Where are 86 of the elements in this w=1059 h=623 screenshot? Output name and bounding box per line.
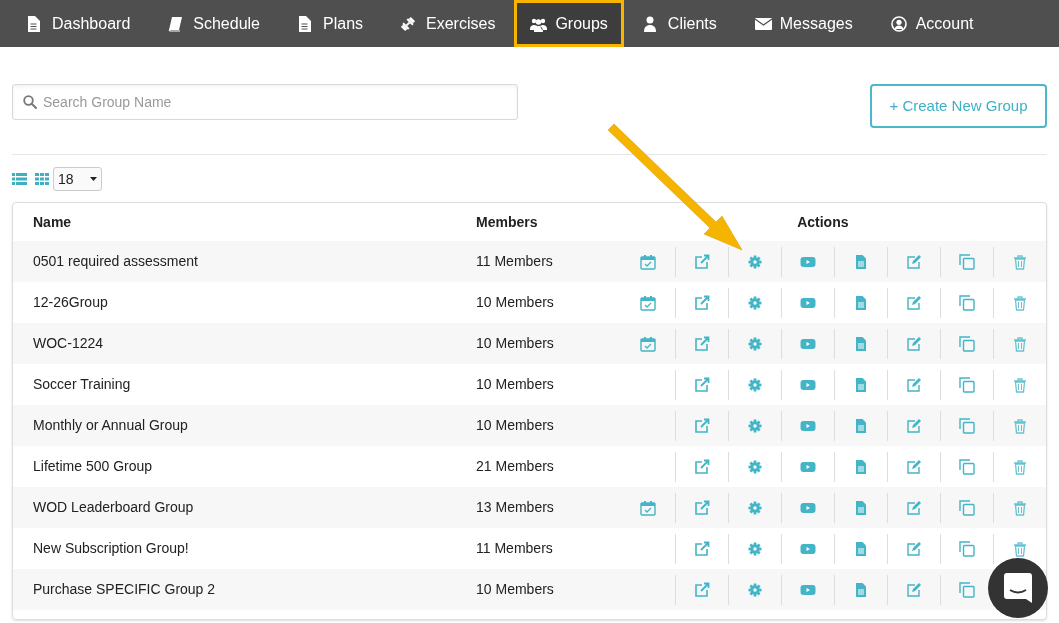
user-circle-icon [890, 15, 908, 32]
external-link-icon[interactable] [693, 499, 710, 516]
settings-icon[interactable] [746, 540, 763, 557]
group-name-cell-text: 12-26Group [32, 293, 109, 312]
copy-icon[interactable] [958, 499, 975, 516]
group-name-cell-text: Monthly or Annual Group [32, 416, 189, 435]
edit-icon[interactable] [905, 335, 922, 352]
nav-tab[interactable]: Groups [514, 0, 624, 47]
edit-icon[interactable] [905, 376, 922, 393]
group-name-cell-text: New Subscription Group! [32, 539, 190, 558]
group-name-cell-text: Purchase SPECIFIC Group 2 [32, 580, 217, 599]
members-cell-text: 10 Members [476, 375, 555, 394]
external-link-icon[interactable] [693, 376, 710, 393]
nav-tab[interactable]: Schedule [152, 0, 276, 47]
calendar-check-icon[interactable] [640, 253, 657, 270]
group-name-cell-text: WOC-1224 [32, 334, 105, 353]
settings-icon[interactable] [746, 335, 763, 352]
group-name-cell-text: Lifetime 500 Group [32, 457, 154, 476]
edit-icon[interactable] [905, 417, 922, 434]
nav-tab[interactable]: Clients [626, 0, 733, 47]
calendar-check-icon[interactable] [640, 499, 657, 516]
members-cell-text: 21 Members [476, 457, 555, 476]
copy-icon[interactable] [958, 417, 975, 434]
group-name-cell-text: 0501 required assessment [32, 252, 199, 271]
group-name-cell-text: Soccer Training [32, 375, 132, 394]
trash-icon[interactable] [1011, 458, 1028, 475]
settings-icon[interactable] [746, 417, 763, 434]
envelope-icon [754, 15, 772, 32]
nav-tab[interactable]: Messages [738, 0, 869, 47]
settings-icon[interactable] [746, 458, 763, 475]
settings-icon[interactable] [746, 294, 763, 311]
nav-tab[interactable]: Exercises [385, 0, 512, 47]
edit-icon[interactable] [905, 458, 922, 475]
copy-icon[interactable] [958, 581, 975, 598]
trash-icon[interactable] [1011, 499, 1028, 516]
trash-icon[interactable] [1011, 540, 1028, 557]
members-cell-text: 10 Members [476, 334, 555, 353]
edit-icon[interactable] [905, 540, 922, 557]
trash-icon[interactable] [1011, 376, 1028, 393]
edit-icon[interactable] [905, 499, 922, 516]
copy-icon[interactable] [958, 253, 975, 270]
settings-icon[interactable] [746, 253, 763, 270]
external-link-icon[interactable] [693, 581, 710, 598]
settings-icon[interactable] [746, 376, 763, 393]
copy-icon[interactable] [958, 540, 975, 557]
trash-icon[interactable] [1011, 417, 1028, 434]
grid-view-icon[interactable] [35, 173, 49, 185]
column-header: Actions [796, 212, 850, 232]
list-view-icon[interactable] [12, 173, 27, 185]
edit-icon[interactable] [905, 581, 922, 598]
external-link-icon[interactable] [693, 540, 710, 557]
external-link-icon[interactable] [693, 335, 710, 352]
members-cell-text: 10 Members [476, 580, 555, 599]
copy-icon[interactable] [958, 335, 975, 352]
edit-icon[interactable] [905, 294, 922, 311]
page-size-select[interactable]: 18 [53, 167, 102, 191]
nav-tab[interactable]: Dashboard [11, 0, 147, 47]
trash-icon[interactable] [1011, 335, 1028, 352]
nav-tab[interactable]: Account [874, 0, 990, 47]
search-icon [23, 95, 37, 109]
column-header: Name [32, 212, 73, 232]
copy-icon[interactable] [958, 376, 975, 393]
external-link-icon[interactable] [693, 458, 710, 475]
members-cell-text: 11 Members [476, 539, 554, 558]
external-link-icon[interactable] [693, 417, 710, 434]
calendar-check-icon[interactable] [640, 294, 657, 311]
chat-icon [1004, 573, 1032, 603]
members-cell-text: 11 Members [476, 252, 554, 271]
group-name-cell-text: WOD Leaderboard Group [32, 498, 195, 517]
copy-icon[interactable] [958, 458, 975, 475]
external-link-icon[interactable] [693, 294, 710, 311]
external-link-icon[interactable] [693, 253, 710, 270]
nav-tab[interactable]: Plans [282, 0, 380, 47]
search-field[interactable]: Search Group Name [12, 84, 518, 120]
settings-icon[interactable] [746, 499, 763, 516]
calendar-check-icon[interactable] [640, 335, 657, 352]
members-cell-text: 10 Members [476, 293, 555, 312]
trash-icon[interactable] [1011, 294, 1028, 311]
column-header: Members [476, 212, 539, 232]
edit-icon[interactable] [905, 253, 922, 270]
members-cell-text: 13 Members [476, 498, 555, 517]
caret-icon [90, 177, 97, 181]
members-cell-text: 10 Members [476, 416, 555, 435]
copy-icon[interactable] [958, 294, 975, 311]
settings-icon[interactable] [746, 581, 763, 598]
trash-icon[interactable] [1011, 253, 1028, 270]
